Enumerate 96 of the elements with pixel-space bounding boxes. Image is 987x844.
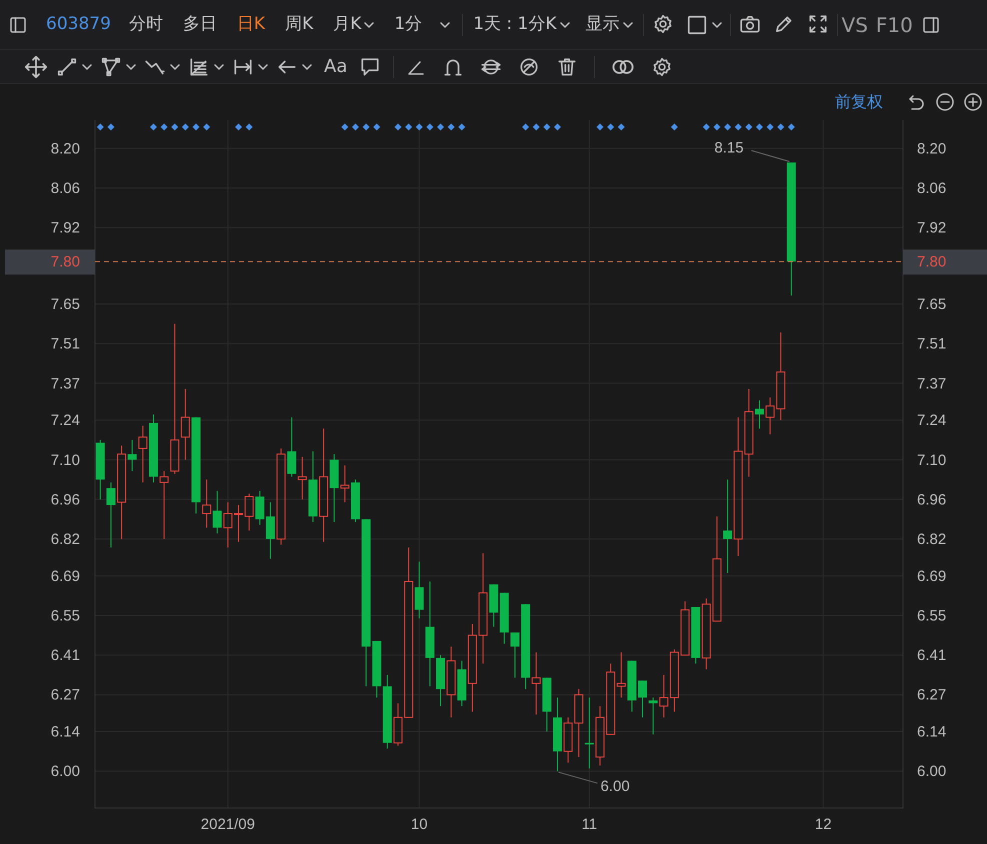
grid-tool-icon[interactable] (188, 56, 210, 78)
polyline-tool-icon[interactable] (100, 56, 122, 78)
period-tab[interactable]: 多日 (174, 16, 225, 33)
stock-code[interactable]: 603879 (40, 16, 117, 33)
eye-off-icon[interactable] (518, 56, 540, 78)
candlestick (542, 677, 552, 732)
price-axis-label: 6.69 (917, 568, 946, 585)
trash-icon[interactable] (556, 56, 578, 78)
settings-icon[interactable] (651, 56, 674, 78)
period-tab[interactable]: 日K (228, 16, 274, 33)
price-axis-label: 6.82 (50, 531, 80, 548)
low-price-label: 6.00 (600, 778, 630, 796)
price-axis-label: 7.24 (50, 412, 80, 430)
date-axis-label: 12 (814, 816, 832, 833)
price-axis-label: 8.06 (50, 180, 80, 197)
settings-icon[interactable] (652, 13, 674, 36)
y2-tick-label: 7.80 (917, 254, 946, 271)
line-tool-icon[interactable] (56, 56, 78, 78)
price-axis-label: 7.92 (50, 220, 80, 237)
compare-button[interactable]: VS (842, 14, 868, 34)
panel-icon[interactable] (920, 14, 941, 34)
f10-button[interactable]: F10 (872, 14, 917, 34)
price-axis-label: 6.00 (917, 763, 946, 780)
period-tab[interactable]: 1分 (386, 16, 458, 33)
candlestick (96, 439, 105, 500)
candlestick (394, 702, 402, 746)
candlestick (350, 479, 360, 523)
caret-icon[interactable] (712, 22, 722, 28)
price-axis-label: 8.20 (50, 140, 80, 158)
caret-icon[interactable] (258, 64, 268, 70)
candlestick (202, 479, 212, 528)
caret-icon[interactable] (302, 64, 312, 70)
period-tab[interactable]: 月K (325, 16, 382, 33)
candlestick (596, 706, 604, 766)
current-price-tag: 7.80 (5, 250, 95, 275)
caret-icon[interactable] (364, 22, 374, 28)
price-axis-label: 7.10 (917, 452, 946, 469)
camera-icon[interactable] (738, 13, 761, 36)
candlestick (106, 482, 116, 548)
candlestick (148, 414, 158, 483)
candlestick (244, 493, 254, 532)
candlestick (436, 654, 446, 707)
date-axis-label: 11 (582, 816, 598, 833)
price-axis-label: 6.41 (917, 647, 946, 664)
fullscreen-icon[interactable] (806, 13, 829, 36)
current-price-tag: 7.80 (903, 250, 987, 275)
price-axis-label: 7.51 (917, 336, 946, 353)
caret-icon[interactable] (622, 22, 633, 28)
date-axis-label: 10 (410, 816, 428, 833)
text-tool-button[interactable]: Aa (320, 53, 352, 80)
price-axis-label: 7.65 (917, 296, 946, 314)
price-axis-label: 6.55 (50, 607, 80, 624)
price-axis-label: 6.00 (50, 763, 80, 780)
price-axis-label: 6.27 (917, 686, 946, 704)
ref-line-label: 7.80 (50, 254, 80, 271)
price-axis-label: 7.65 (50, 296, 80, 314)
price-axis-label: 7.24 (917, 412, 946, 430)
price-axis-label: 7.37 (917, 375, 946, 392)
zoom-out-icon[interactable] (935, 92, 955, 112)
adjustment-link[interactable]: 前复权 (835, 90, 883, 114)
price-axis-label: 6.14 (917, 724, 946, 741)
caret-icon[interactable] (214, 64, 224, 70)
price-axis-label: 6.41 (50, 647, 80, 664)
caret-icon[interactable] (170, 64, 180, 70)
price-axis-label: 6.55 (917, 607, 946, 624)
comment-icon[interactable] (359, 56, 382, 78)
period-tab[interactable]: 分时 (120, 16, 171, 33)
leader-line (558, 772, 598, 784)
leader-line (750, 150, 790, 162)
zoom-in-icon[interactable] (963, 92, 983, 112)
caret-icon[interactable] (560, 22, 570, 28)
caret-icon[interactable] (82, 64, 92, 70)
price-axis-label: 7.37 (50, 375, 80, 392)
price-axis-label: 7.51 (50, 336, 80, 353)
price-axis-label: 6.82 (917, 531, 946, 548)
panel-icon[interactable] (8, 14, 28, 34)
move-icon[interactable] (24, 54, 48, 78)
price-axis-label: 7.92 (917, 220, 946, 237)
price-axis-label: 6.96 (917, 491, 946, 508)
display-dropdown[interactable]: 显示 (580, 16, 639, 33)
caret-icon[interactable] (440, 22, 450, 28)
price-axis-label: 7.10 (50, 452, 80, 469)
price-axis-label: 6.14 (50, 724, 80, 741)
price-axis-label: 8.20 (917, 140, 946, 158)
price-axis-label: 6.27 (50, 686, 80, 704)
period-tab[interactable]: 周K (277, 16, 322, 33)
price-axis-label: 8.06 (917, 180, 946, 197)
caret-icon[interactable] (126, 64, 136, 70)
price-axis-label: 6.96 (50, 491, 80, 508)
candlestick (532, 652, 541, 716)
interval-dropdown[interactable]: 1天 : 1分K (467, 16, 576, 33)
candlestick (234, 504, 244, 542)
square-icon[interactable] (686, 14, 708, 36)
high-price-label: 8.15 (714, 139, 744, 156)
price-axis-label: 6.69 (50, 568, 80, 585)
date-axis-label: 2021/09 (200, 816, 255, 833)
